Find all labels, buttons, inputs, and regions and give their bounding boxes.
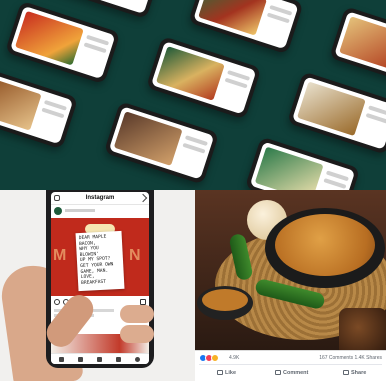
post-image[interactable]: M N Dear Maple Bacon, Why you blowin' up… bbox=[51, 218, 149, 296]
facebook-post-panel: 4.9K 167 Comments 1.4K Shares Like Comme… bbox=[195, 190, 386, 381]
home-icon[interactable] bbox=[59, 357, 64, 362]
divider bbox=[199, 364, 382, 365]
share-icon bbox=[343, 370, 349, 376]
phone-mockup bbox=[103, 101, 220, 185]
phone-mockup bbox=[244, 136, 361, 190]
finger bbox=[120, 305, 154, 323]
share-label: Share bbox=[351, 370, 367, 376]
collage: Instagram M N Dear Maple Bacon, Why you … bbox=[0, 0, 386, 381]
add-icon[interactable] bbox=[97, 357, 102, 362]
decor-letters: N bbox=[129, 247, 141, 264]
phone-mockup bbox=[0, 65, 79, 150]
share-button[interactable]: Share bbox=[343, 368, 366, 378]
profile-icon[interactable] bbox=[135, 357, 140, 362]
search-icon[interactable] bbox=[78, 357, 83, 362]
spice-blend bbox=[275, 214, 375, 276]
phones-mockup-panel bbox=[0, 0, 386, 190]
reactions-count[interactable]: 4.9K bbox=[229, 354, 239, 362]
phone-mockup bbox=[286, 71, 386, 155]
haha-reaction-icon bbox=[211, 354, 219, 362]
comment-button[interactable]: Comment bbox=[275, 368, 308, 378]
like-label: Like bbox=[225, 370, 237, 376]
phone-mockup bbox=[4, 0, 121, 85]
post-header bbox=[51, 204, 149, 218]
phone-mockup bbox=[188, 0, 304, 55]
like-button[interactable]: Like bbox=[217, 368, 236, 378]
facebook-engagement-bar: 4.9K 167 Comments 1.4K Shares Like Comme… bbox=[195, 350, 386, 381]
instagram-phone-panel: Instagram M N Dear Maple Bacon, Why you … bbox=[0, 190, 195, 381]
spice-photo bbox=[195, 190, 386, 356]
comments-shares[interactable]: 167 Comments 1.4K Shares bbox=[319, 354, 382, 362]
avatar[interactable] bbox=[54, 207, 62, 215]
camera-icon[interactable] bbox=[54, 195, 60, 201]
comment-label: Comment bbox=[283, 370, 309, 376]
username-placeholder[interactable] bbox=[65, 209, 95, 212]
handwritten-note: Dear Maple Bacon, Why you blowin' up my … bbox=[75, 230, 125, 292]
heart-nav-icon[interactable] bbox=[116, 357, 121, 362]
heart-icon[interactable] bbox=[54, 299, 60, 305]
spice-jar bbox=[339, 308, 386, 356]
finger bbox=[120, 325, 154, 343]
instagram-title: Instagram bbox=[85, 195, 115, 201]
bottom-nav bbox=[51, 353, 149, 364]
comment-icon bbox=[275, 370, 281, 376]
small-spice bbox=[202, 289, 248, 311]
thumbs-up-icon bbox=[217, 370, 223, 376]
note-line: Breakfast bbox=[81, 279, 107, 286]
phone-grid bbox=[0, 0, 386, 190]
decor-letters: M bbox=[53, 247, 67, 264]
phone-mockup bbox=[329, 6, 386, 90]
send-icon[interactable] bbox=[138, 193, 148, 203]
phone-mockup bbox=[145, 36, 262, 120]
